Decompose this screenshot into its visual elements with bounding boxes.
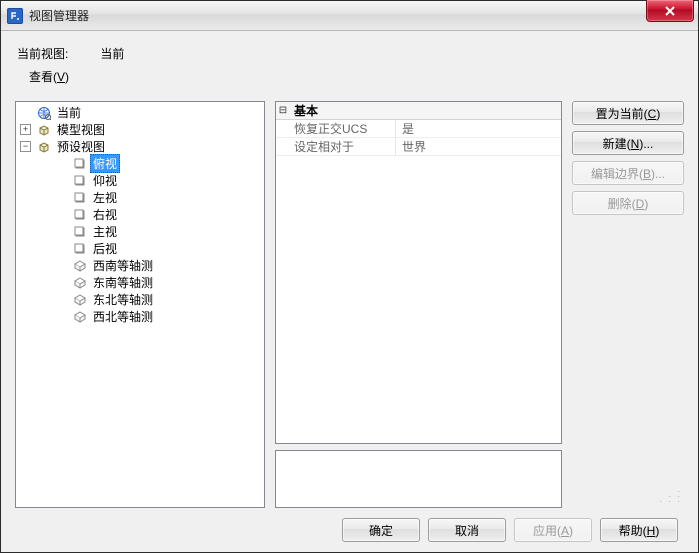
cube-icon [36,122,52,138]
ortho-icon [72,190,88,206]
tree-item[interactable]: 西南等轴测 [16,257,264,274]
edit-bounds-button: 编辑边界(B)... [572,161,684,185]
client-area: 当前视图: 当前 查看(V) 当前+模型视图−预设视图俯视仰视左视右视主视后视西… [1,31,698,552]
footer: 确定 取消 应用(A) 帮助(H) [1,508,698,552]
tree-item[interactable]: 后视 [16,240,264,257]
close-button[interactable] [646,0,694,22]
tree-item[interactable]: 左视 [16,189,264,206]
tree-item[interactable]: 当前 [16,104,264,121]
toggle-plus[interactable]: + [20,124,31,135]
property-key: 恢复正交UCS [276,120,396,137]
ortho-icon [72,224,88,240]
ortho-icon [72,156,88,172]
window-title: 视图管理器 [29,7,89,24]
tree-item[interactable]: 仰视 [16,172,264,189]
window: 视图管理器 当前视图: 当前 查看(V) 当前+模型视图−预设视图俯视仰视左视右… [0,0,699,553]
current-view-value: 当前 [100,45,124,62]
app-icon [7,8,23,24]
side-buttons: 置为当前(C) 新建(N)... 编辑边界(B)... 删除(D) [572,101,684,508]
tree-item[interactable]: 右视 [16,206,264,223]
tree[interactable]: 当前+模型视图−预设视图俯视仰视左视右视主视后视西南等轴测东南等轴测东北等轴测西… [15,101,265,508]
property-value[interactable]: 是 [396,120,561,137]
property-category-row[interactable]: ⊟ 基本 [276,102,561,120]
property-key: 设定相对于 [276,138,396,155]
cancel-button[interactable]: 取消 [428,518,506,542]
new-button[interactable]: 新建(N)... [572,131,684,155]
tree-item[interactable]: −预设视图 [16,138,264,155]
property-value[interactable]: 世界 [396,138,561,155]
current-view-row: 当前视图: 当前 [1,31,698,66]
main-area: 当前+模型视图−预设视图俯视仰视左视右视主视后视西南等轴测东南等轴测东北等轴测西… [15,101,684,508]
cube-icon [36,139,52,155]
iso-icon [72,275,88,291]
help-button[interactable]: 帮助(H) [600,518,678,542]
property-category-label: 基本 [290,102,318,119]
tree-item-label: 西北等轴测 [90,307,156,326]
property-row[interactable]: 设定相对于世界 [276,138,561,156]
set-current-button[interactable]: 置为当前(C) [572,101,684,125]
tree-item[interactable]: 东南等轴测 [16,274,264,291]
current-view-label: 当前视图: [17,45,97,62]
collapse-icon[interactable]: ⊟ [276,105,290,116]
iso-icon [72,292,88,308]
property-description [275,450,562,508]
titlebar[interactable]: 视图管理器 [1,1,698,31]
properties-pane: ⊟ 基本 恢复正交UCS是设定相对于世界 [275,101,562,508]
property-grid[interactable]: ⊟ 基本 恢复正交UCS是设定相对于世界 [275,101,562,444]
delete-button: 删除(D) [572,191,684,215]
tree-item[interactable]: 西北等轴测 [16,308,264,325]
tree-item[interactable]: 俯视 [16,155,264,172]
ortho-icon [72,207,88,223]
ortho-icon [72,241,88,257]
globe-icon [36,105,52,121]
toggle-minus[interactable]: − [20,141,31,152]
iso-icon [72,258,88,274]
tree-item[interactable]: 主视 [16,223,264,240]
apply-button: 应用(A) [514,518,592,542]
ortho-icon [72,173,88,189]
ok-button[interactable]: 确定 [342,518,420,542]
property-row[interactable]: 恢复正交UCS是 [276,120,561,138]
view-menu[interactable]: 查看(V) [1,66,698,93]
iso-icon [72,309,88,325]
tree-item[interactable]: +模型视图 [16,121,264,138]
tree-item[interactable]: 东北等轴测 [16,291,264,308]
